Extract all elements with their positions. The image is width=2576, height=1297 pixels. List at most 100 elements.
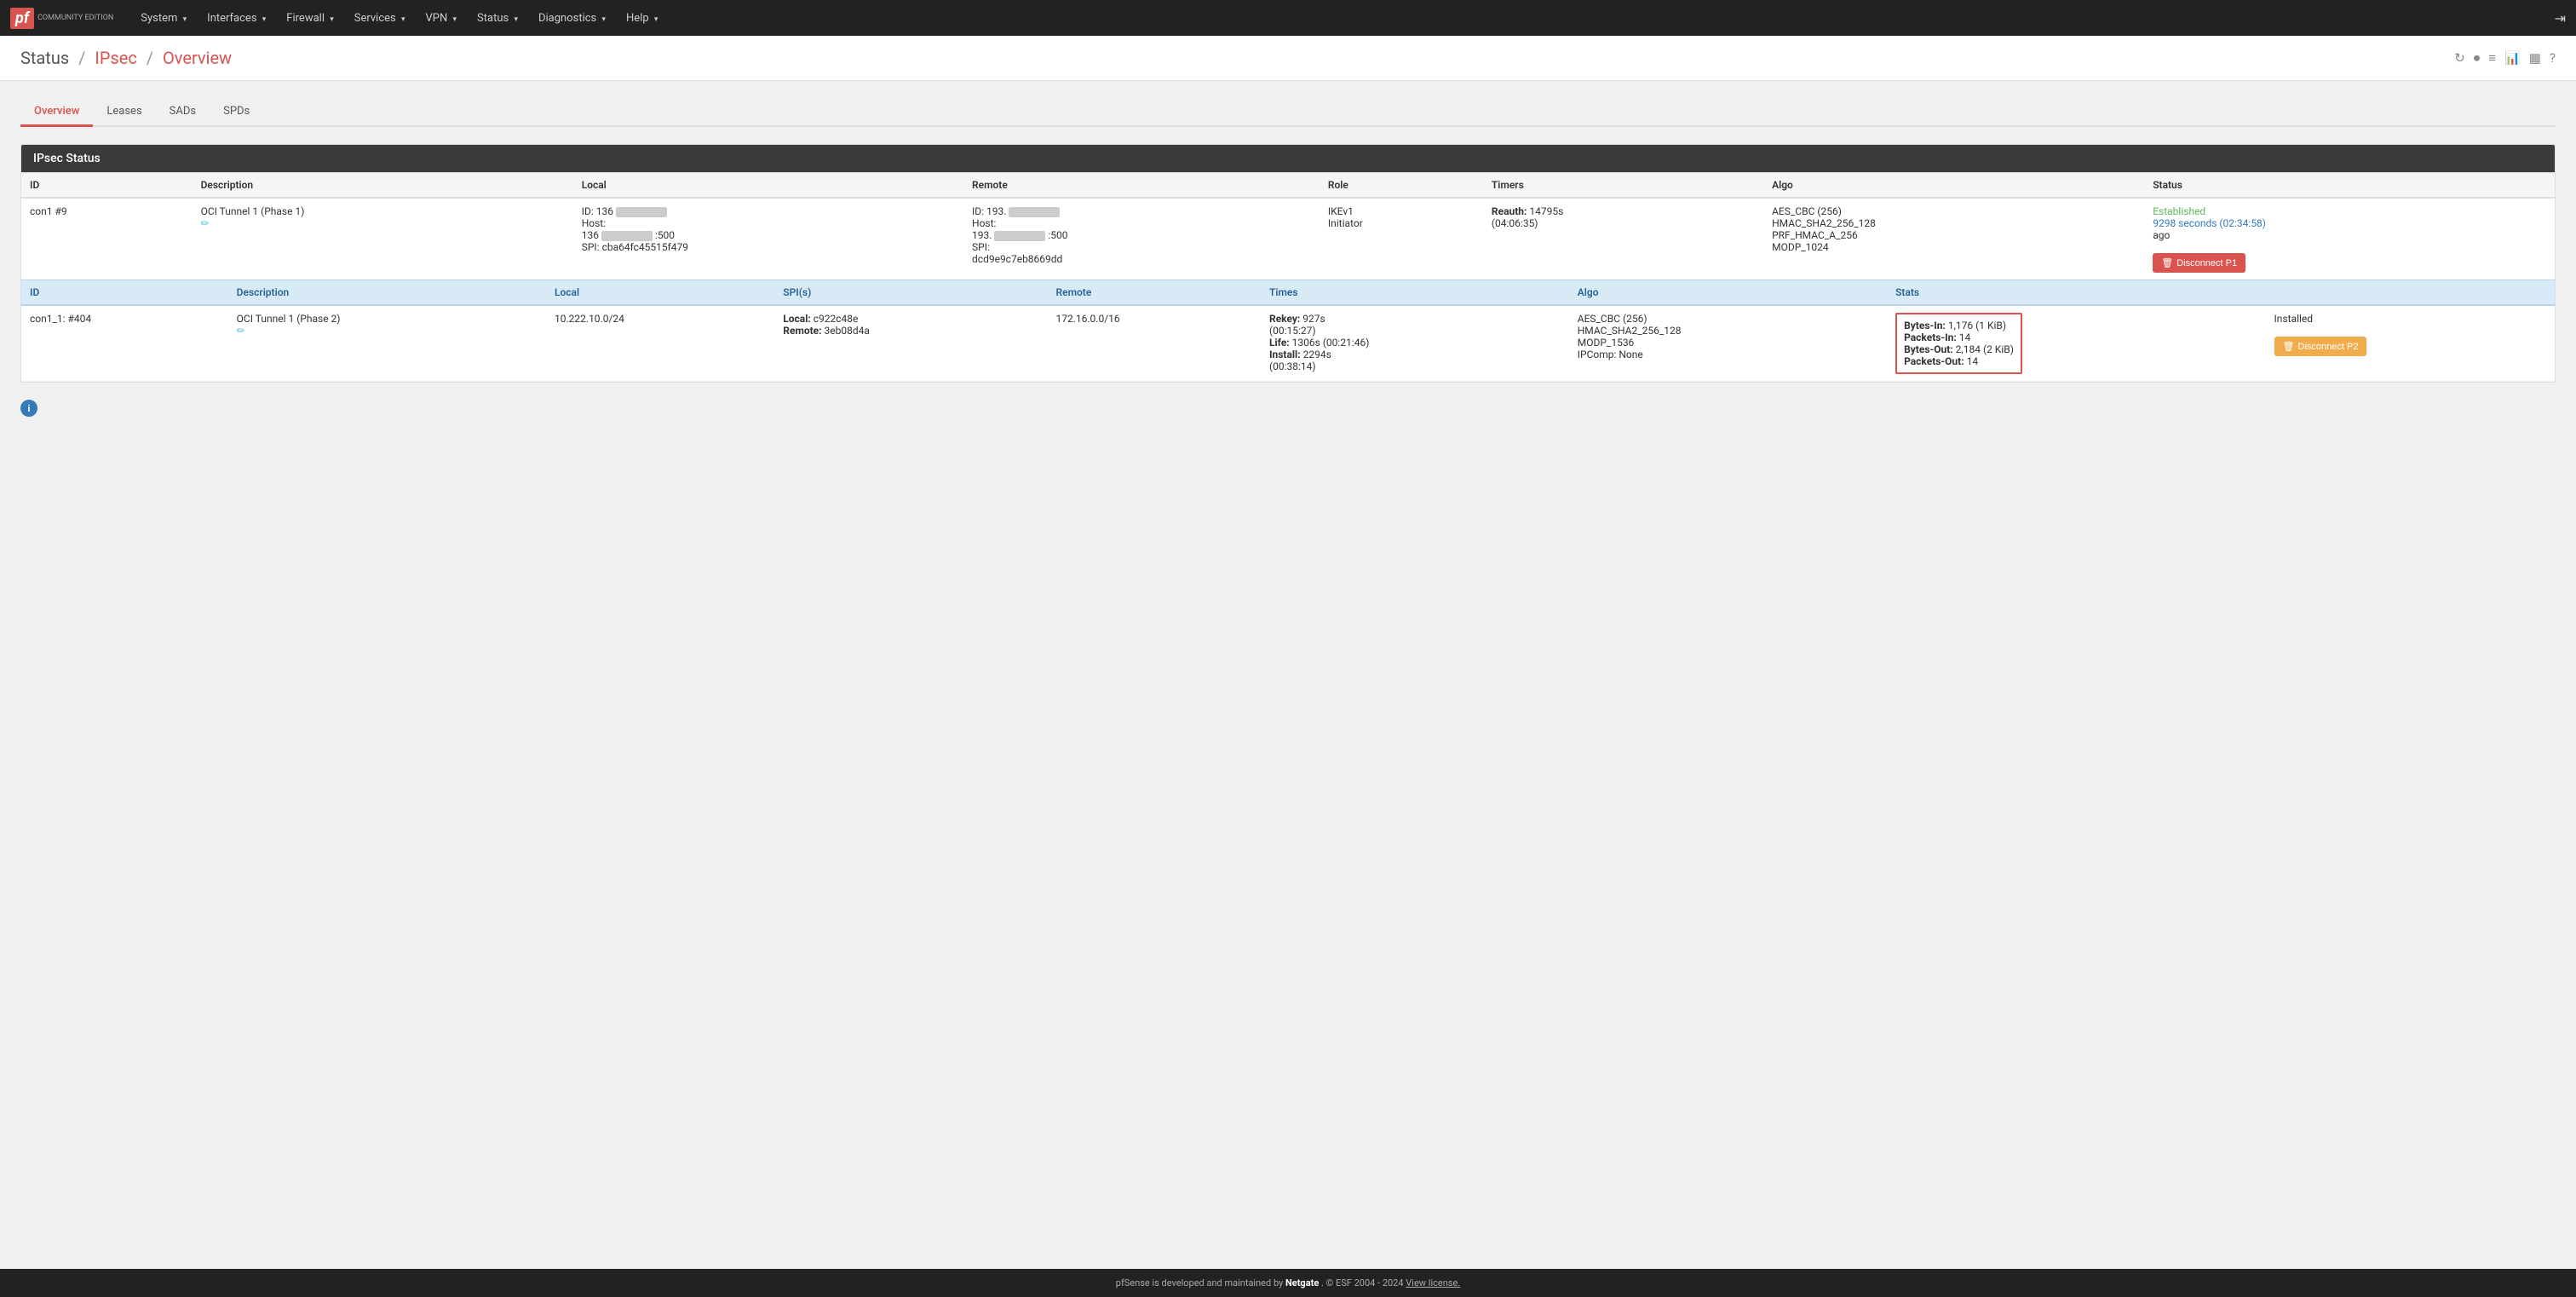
p1-local-port: :500 (655, 229, 675, 241)
panel-title: IPsec Status (21, 145, 2555, 172)
p2-algo3: MODP_1536 (1578, 337, 1635, 349)
brand-text: COMMUNITY EDITION (37, 14, 113, 23)
tab-spds[interactable]: SPDs (210, 98, 263, 125)
p2-table-header: ID Description Local SPI(s) Remote Times… (21, 280, 2555, 306)
nav-menu: System ▾ Interfaces ▾ Firewall ▾ Service… (130, 2, 668, 35)
tab-sads[interactable]: SADs (156, 98, 210, 125)
packets-in: Packets-In: 14 (1904, 331, 2014, 343)
p1-col-role: Role (1320, 173, 1483, 199)
brand-logo: pf COMMUNITY EDITION (10, 8, 113, 29)
refresh-icon[interactable]: ↻ (2454, 50, 2465, 66)
trash-p2-icon: 🗑 (2283, 341, 2295, 352)
logout-icon[interactable]: ⇥ (2555, 10, 2566, 26)
p1-local-id-label: ID: 136 (582, 205, 613, 217)
p2-local: 10.222.10.0/24 (546, 305, 774, 382)
info-icon[interactable]: i (20, 400, 37, 417)
footer-brand: Netgate (1285, 1277, 1319, 1288)
footer-copyright: . © ESF 2004 - 2024 (1321, 1277, 1404, 1288)
p2-spi-local-label: Local: (783, 313, 811, 325)
p2-rekey-label: Rekey: (1269, 313, 1300, 325)
p2-algo: AES_CBC (256) HMAC_SHA2_256_128 MODP_153… (1569, 305, 1887, 382)
chart-icon[interactable]: 📊 (2504, 50, 2521, 66)
p1-remote-id: ID: 193. (972, 205, 1006, 217)
navbar: pf COMMUNITY EDITION System ▾ Interfaces… (0, 0, 2576, 36)
table-icon[interactable]: ▦ (2529, 50, 2541, 66)
p1-col-desc: Description (193, 173, 573, 199)
p1-col-timers: Timers (1483, 173, 1763, 199)
p1-col-remote: Remote (963, 173, 1320, 199)
p2-col-stats: Stats (1887, 280, 2265, 306)
breadcrumb-current[interactable]: Overview (163, 48, 232, 68)
disconnect-p2-button[interactable]: 🗑 Disconnect P2 (2274, 337, 2367, 356)
p1-timers: Reauth: 14795s (04:06:35) (1483, 198, 1763, 280)
nav-item-diagnostics[interactable]: Diagnostics ▾ (528, 2, 616, 35)
p2-install-label: Install: (1269, 349, 1301, 360)
p2-id: con1_1: #404 (21, 305, 228, 382)
p2-edit-icon[interactable]: ✏ (237, 325, 245, 337)
p2-col-action (2266, 280, 2555, 306)
p1-table-header: ID Description Local Remote Role Timers … (21, 173, 2555, 199)
p1-status-ago: ago (2153, 229, 2546, 241)
p1-status-established: Established (2153, 205, 2546, 217)
footer: pfSense is developed and maintained by N… (0, 1269, 2576, 1297)
nav-item-vpn[interactable]: VPN ▾ (416, 2, 468, 35)
nav-item-firewall[interactable]: Firewall ▾ (276, 2, 343, 35)
record-icon[interactable]: ⏺ (2474, 50, 2481, 66)
p1-edit-icon[interactable]: ✏ (201, 217, 210, 229)
p1-algo3: PRF_HMAC_A_256 (1772, 229, 1858, 241)
p1-local-ip: 136 (582, 229, 599, 241)
main-content: Overview Leases SADs SPDs IPsec Status I… (0, 81, 2576, 434)
p1-local-ip-masked (601, 231, 653, 241)
p1-col-status: Status (2144, 173, 2555, 199)
p1-algo4: MODP_1024 (1772, 241, 1829, 253)
p2-description: OCI Tunnel 1 (Phase 2) ✏ (228, 305, 546, 382)
nav-item-help[interactable]: Help ▾ (616, 2, 668, 35)
p1-local: ID: 136 Host: 136 :500 SPI: cba64fc45515… (573, 198, 963, 280)
p1-role-sub: Initiator (1328, 217, 1363, 229)
p2-rekey-value: 927s (1302, 313, 1325, 325)
help-icon[interactable]: ? (2550, 50, 2556, 66)
p2-algo2: HMAC_SHA2_256_128 (1578, 325, 1682, 337)
p2-action: Installed 🗑 Disconnect P2 (2266, 305, 2555, 382)
header-icons: ↻ ⏺ ≡ 📊 ▦ ? (2454, 50, 2556, 66)
p2-col-local: Local (546, 280, 774, 306)
p1-remote-id-masked (1009, 207, 1060, 217)
tab-leases[interactable]: Leases (93, 98, 155, 125)
footer-license-link[interactable]: View license. (1406, 1277, 1460, 1288)
tab-overview[interactable]: Overview (20, 98, 93, 125)
p1-local-id-masked (616, 207, 667, 217)
p1-col-local: Local (573, 173, 963, 199)
p1-id: con1 #9 (21, 198, 193, 280)
nav-item-services[interactable]: Services ▾ (344, 2, 416, 35)
p1-description: OCI Tunnel 1 (Phase 1) ✏ (193, 198, 573, 280)
p1-remote: ID: 193. Host: 193. :500 SPI: dcd9e9c7eb… (963, 198, 1320, 280)
p1-timers-sub: (04:06:35) (1492, 217, 1538, 229)
disconnect-p1-button[interactable]: 🗑 Disconnect P1 (2153, 253, 2245, 273)
p2-install-sub: (00:38:14) (1269, 360, 1316, 372)
p1-algo: AES_CBC (256) HMAC_SHA2_256_128 PRF_HMAC… (1763, 198, 2144, 280)
p2-col-remote: Remote (1048, 280, 1262, 306)
nav-item-interfaces[interactable]: Interfaces ▾ (197, 2, 276, 35)
p1-remote-spi: dcd9e9c7eb8669dd (972, 253, 1062, 265)
p1-col-algo: Algo (1763, 173, 2144, 199)
nav-item-status[interactable]: Status ▾ (467, 2, 528, 35)
filter-icon[interactable]: ≡ (2488, 50, 2496, 66)
breadcrumb-root: Status (20, 48, 69, 68)
p1-role: IKEv1 Initiator (1320, 198, 1483, 280)
p2-status: Installed (2274, 313, 2546, 325)
p2-table-row: con1_1: #404 OCI Tunnel 1 (Phase 2) ✏ 10… (21, 305, 2555, 382)
p2-times: Rekey: 927s (00:15:27) Life: 1306s (00:2… (1261, 305, 1569, 382)
breadcrumb-sep2: / (147, 48, 158, 68)
p2-life-value: 1306s (00:21:46) (1292, 337, 1370, 349)
breadcrumb: Status / IPsec / Overview (20, 48, 232, 68)
p1-remote-ip: 193. (972, 229, 992, 241)
p1-remote-port: :500 (1048, 229, 1067, 241)
p2-install-value: 2294s (1303, 349, 1331, 360)
p2-spi-remote-label: Remote: (783, 325, 821, 337)
p1-local-host-label: Host: (582, 217, 606, 229)
p1-role-type: IKEv1 (1328, 205, 1354, 217)
p1-local-spi-label: SPI: (582, 241, 600, 253)
p2-col-id: ID (21, 280, 228, 306)
nav-item-system[interactable]: System ▾ (130, 2, 197, 35)
breadcrumb-parent[interactable]: IPsec (95, 48, 136, 68)
